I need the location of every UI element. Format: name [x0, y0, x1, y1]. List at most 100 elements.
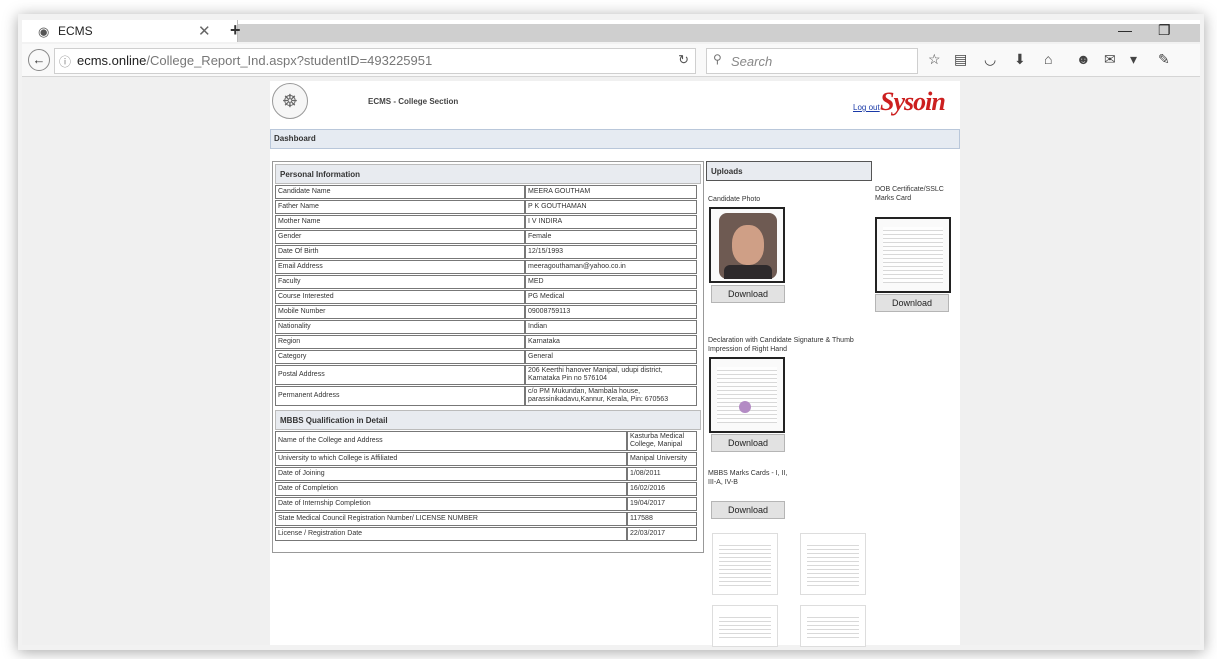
back-button[interactable]: ←: [28, 49, 50, 71]
dob-certificate-label: DOB Certificate/SSLC Marks Card: [875, 186, 944, 202]
tab-strip: [222, 24, 1200, 42]
pocket-icon[interactable]: ◡: [984, 51, 996, 68]
personal-label: Date Of Birth: [275, 245, 525, 259]
personal-label: Email Address: [275, 260, 525, 274]
personal-label: Course Interested: [275, 290, 525, 304]
mbbs-label: Date of Completion: [275, 482, 627, 496]
bookmark-star-icon[interactable]: ☆: [928, 51, 941, 68]
mbbs-row: State Medical Council Registration Numbe…: [275, 512, 697, 526]
reading-list-icon[interactable]: ▤: [954, 51, 967, 68]
declaration-thumbnail[interactable]: [709, 357, 785, 433]
mbbs-value: 22/03/2017: [627, 527, 697, 541]
personal-row: Permanent Address c/o PM Mukundan, Mambal…: [275, 386, 697, 406]
addon-icon[interactable]: ✉: [1104, 51, 1116, 68]
mbbs-row: Date of Joining 1/08/2011: [275, 467, 697, 481]
home-icon[interactable]: ⌂: [1044, 51, 1052, 67]
download-dob-button[interactable]: Download: [875, 294, 949, 312]
tab-title: ECMS: [58, 24, 93, 38]
marks-card-2-thumbnail[interactable]: [800, 533, 866, 595]
personal-row: Postal Address 206 Keerthi hanover Manipa…: [275, 365, 697, 385]
personal-row: Category General: [275, 350, 697, 364]
dashboard-bar[interactable]: Dashboard: [270, 129, 960, 149]
candidate-face-image: [719, 213, 777, 279]
marks-card-1-thumbnail[interactable]: [712, 533, 778, 595]
address-bar[interactable]: ⓘ ecms.online/College_Report_Ind.aspx?st…: [54, 48, 696, 74]
mbbs-value: 19/04/2017: [627, 497, 697, 511]
thumb-impression-image: [739, 401, 751, 413]
personal-row: Candidate Name MEERA GOUTHAM: [275, 185, 697, 199]
search-icon: ⚲: [713, 52, 722, 66]
mbbs-row: University to which College is Affiliate…: [275, 452, 697, 466]
dashboard-label: Dashboard: [274, 134, 316, 143]
personal-value: 09008759113: [525, 305, 697, 319]
personal-info-heading: Personal Information: [275, 164, 701, 184]
personal-value: 206 Keerthi hanover Manipal, udupi distr…: [525, 365, 697, 385]
download-marks-button[interactable]: Download: [711, 501, 785, 519]
download-icon[interactable]: ⬇: [1014, 51, 1026, 68]
logout-link[interactable]: Log out: [853, 103, 880, 112]
navigation-bar: ← ⓘ ecms.online/College_Report_Ind.aspx?…: [22, 44, 1200, 77]
new-tab-button[interactable]: +: [230, 20, 241, 41]
personal-row: Course Interested PG Medical: [275, 290, 697, 304]
mbbs-label: License / Registration Date: [275, 527, 627, 541]
personal-info-table: Candidate Name MEERA GOUTHAM Father Name P …: [275, 184, 697, 407]
mbbs-value: Kasturba Medical College, Manipal: [627, 431, 697, 451]
personal-value: MED: [525, 275, 697, 289]
personal-value: General: [525, 350, 697, 364]
dob-certificate-thumbnail[interactable]: [875, 217, 951, 293]
personal-row: Faculty MED: [275, 275, 697, 289]
search-box[interactable]: ⚲ Search: [706, 48, 918, 74]
section-title: ECMS - College Section: [368, 97, 459, 106]
personal-value: Indian: [525, 320, 697, 334]
personal-label: Candidate Name: [275, 185, 525, 199]
personal-label: Mobile Number: [275, 305, 525, 319]
personal-value: I V INDIRA: [525, 215, 697, 229]
mbbs-label: University to which College is Affiliate…: [275, 452, 627, 466]
personal-label: Gender: [275, 230, 525, 244]
extension-icon[interactable]: ☻: [1076, 51, 1091, 67]
personal-row: Father Name P K GOUTHAMAN: [275, 200, 697, 214]
personal-label: Category: [275, 350, 525, 364]
browser-tab[interactable]: ◉ ECMS ✕: [22, 20, 238, 42]
personal-value: Female: [525, 230, 697, 244]
personal-label: Father Name: [275, 200, 525, 214]
personal-row: Nationality Indian: [275, 320, 697, 334]
reload-icon[interactable]: ↻: [678, 52, 689, 68]
personal-value: Karnataka: [525, 335, 697, 349]
mbbs-row: Name of the College and Address Kasturba …: [275, 431, 697, 451]
marks-card-4-image: [807, 614, 859, 638]
mbbs-label: Date of Internship Completion: [275, 497, 627, 511]
download-photo-button[interactable]: Download: [711, 285, 785, 303]
minimize-button[interactable]: —: [1118, 22, 1132, 38]
personal-label: Mother Name: [275, 215, 525, 229]
declaration-label: Declaration with Candidate Signature & T…: [708, 337, 854, 353]
mbbs-marks-label: MBBS Marks Cards - I, II, III-A, IV-B: [708, 470, 788, 486]
notes-icon[interactable]: ✎: [1158, 51, 1170, 68]
declaration-image: [717, 367, 777, 423]
emblem-logo: ☸: [272, 83, 308, 119]
close-tab-icon[interactable]: ✕: [198, 22, 211, 40]
uploads-heading: Uploads: [706, 161, 872, 181]
mbbs-value: 1/08/2011: [627, 467, 697, 481]
info-icon[interactable]: ⓘ: [59, 53, 71, 70]
url-domain: ecms.online: [77, 53, 147, 68]
download-declaration-button[interactable]: Download: [711, 434, 785, 452]
personal-label: Region: [275, 335, 525, 349]
candidate-photo-label: Candidate Photo: [708, 196, 761, 203]
search-placeholder: Search: [731, 54, 773, 69]
personal-value: P K GOUTHAMAN: [525, 200, 697, 214]
candidate-photo[interactable]: [709, 207, 785, 283]
certificate-image: [883, 227, 943, 283]
mbbs-row: License / Registration Date 22/03/2017: [275, 527, 697, 541]
personal-label: Postal Address: [275, 365, 525, 385]
marks-card-4-thumbnail[interactable]: [800, 605, 866, 647]
url-path: /College_Report_Ind.aspx?studentID=49322…: [146, 53, 433, 68]
personal-value: meeragouthaman@yahoo.co.in: [525, 260, 697, 274]
menu-dropdown-icon[interactable]: ▾: [1130, 51, 1137, 68]
mbbs-label: Date of Joining: [275, 467, 627, 481]
maximize-button[interactable]: ❐: [1158, 22, 1171, 39]
personal-row: Email Address meeragouthaman@yahoo.co.in: [275, 260, 697, 274]
marks-card-3-thumbnail[interactable]: [712, 605, 778, 647]
personal-value: 12/15/1993: [525, 245, 697, 259]
info-panel: Personal Information Candidate Name MEERA…: [272, 161, 704, 553]
